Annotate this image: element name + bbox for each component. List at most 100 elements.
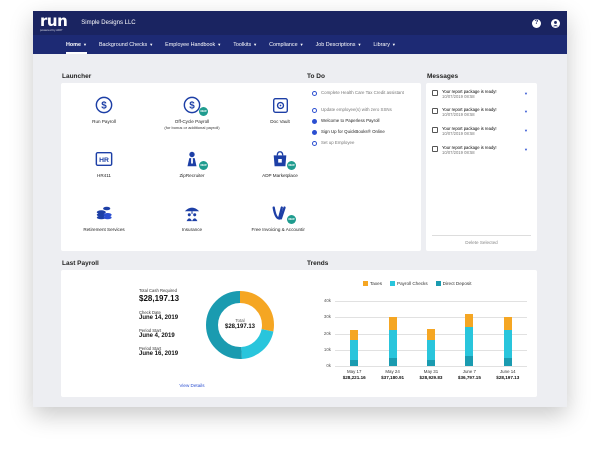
todo-title: To Do bbox=[307, 73, 325, 80]
bar-segment-direct-deposit[interactable] bbox=[427, 359, 435, 366]
check-date-value: June 14, 2019 bbox=[139, 315, 179, 321]
bar-segment-payroll-checks[interactable] bbox=[465, 327, 474, 357]
gridline bbox=[335, 317, 527, 318]
gridline bbox=[335, 301, 527, 302]
new-badge: NEW bbox=[287, 215, 296, 224]
todo-status-icon bbox=[312, 90, 317, 96]
marketplace-icon: NEW bbox=[270, 149, 296, 170]
bar-segment-payroll-checks[interactable] bbox=[388, 330, 397, 358]
chevron-down-icon: ▼ bbox=[357, 42, 362, 47]
company-name: Simple Designs LLC bbox=[81, 20, 136, 26]
dollar-icon: $ bbox=[94, 95, 114, 115]
x-tick-label: May 31 bbox=[423, 369, 439, 374]
todo-status-icon bbox=[312, 118, 317, 124]
message-checkbox[interactable] bbox=[432, 90, 438, 96]
period-total-label: $28,197.13 bbox=[496, 375, 520, 380]
chevron-down-icon[interactable]: ▼ bbox=[524, 91, 528, 96]
message-item[interactable]: Your report package is ready! 10/07/2019 … bbox=[432, 107, 528, 118]
todo-card: Complete Health Care Tax Credit assistan… bbox=[305, 83, 421, 251]
todo-item[interactable]: Complete Health Care Tax Credit assistan… bbox=[312, 90, 412, 96]
bar-segment-direct-deposit[interactable] bbox=[388, 357, 397, 366]
coins-icon bbox=[94, 203, 114, 223]
y-tick-label: 20k bbox=[323, 330, 331, 336]
todo-status-icon bbox=[312, 129, 317, 135]
nav-employee-handbook[interactable]: Employee Handbook ▼ bbox=[165, 35, 221, 54]
bar-segment-taxes[interactable] bbox=[503, 317, 512, 331]
app-window: run powered by ADP Simple Designs LLC ? … bbox=[33, 11, 567, 407]
launcher-hr411[interactable]: HR HR411 bbox=[61, 149, 147, 179]
launcher-ziprecruiter[interactable]: NEW ZipRecruiter bbox=[149, 149, 235, 179]
top-bar: run powered by ADP Simple Designs LLC ? bbox=[33, 11, 567, 35]
messages-title: Messages bbox=[427, 73, 459, 80]
period-total-label: $36,797.15 bbox=[457, 375, 481, 380]
messages-card: Your report package is ready! 10/07/2019 … bbox=[426, 83, 537, 251]
x-tick-label: May 24 bbox=[385, 369, 400, 374]
chevron-down-icon[interactable]: ▼ bbox=[524, 147, 528, 152]
last-payroll-title: Last Payroll bbox=[62, 260, 99, 267]
bar-segment-payroll-checks[interactable] bbox=[503, 330, 512, 358]
nav-compliance[interactable]: Compliance ▼ bbox=[269, 35, 303, 54]
divider bbox=[432, 235, 531, 236]
bar-segment-taxes[interactable] bbox=[465, 314, 474, 327]
todo-item[interactable]: Sign Up for QuickBooks® Online bbox=[312, 129, 412, 135]
logo-sub: powered by ADP bbox=[40, 28, 63, 32]
todo-item[interactable]: Update employee(s) with zero SSNs bbox=[312, 107, 412, 113]
chevron-down-icon: ▼ bbox=[82, 42, 87, 47]
new-badge: NEW bbox=[199, 161, 208, 170]
run-logo[interactable]: run powered by ADP bbox=[40, 12, 68, 32]
nav-background-checks[interactable]: Background Checks ▼ bbox=[99, 35, 153, 54]
svg-text:$: $ bbox=[189, 101, 195, 112]
bar-segment-direct-deposit[interactable] bbox=[465, 356, 474, 366]
dollar-icon: $ NEW bbox=[182, 95, 208, 116]
logo-word: run bbox=[40, 12, 68, 30]
insurance-icon bbox=[182, 203, 202, 223]
message-checkbox[interactable] bbox=[432, 146, 438, 152]
chevron-down-icon: ▼ bbox=[217, 42, 222, 47]
nav-library[interactable]: Library ▼ bbox=[373, 35, 395, 54]
trends-title: Trends bbox=[307, 260, 329, 267]
bar-segment-taxes[interactable] bbox=[350, 330, 359, 340]
message-item[interactable]: Your report package is ready! 10/07/2019 … bbox=[432, 126, 528, 137]
todo-status-icon bbox=[312, 107, 317, 113]
recruiter-icon: NEW bbox=[182, 149, 208, 170]
chevron-down-icon: ▼ bbox=[253, 42, 258, 47]
user-icon[interactable] bbox=[551, 18, 560, 28]
bar-segment-direct-deposit[interactable] bbox=[350, 359, 359, 366]
message-checkbox[interactable] bbox=[432, 108, 438, 114]
bar-segment-taxes[interactable] bbox=[388, 317, 397, 331]
launcher-off-cycle-payroll[interactable]: $ NEW Off-Cycle Payroll (for bonus or ad… bbox=[149, 95, 235, 130]
todo-item[interactable]: Welcome to Paperless Payroll bbox=[312, 118, 412, 124]
todo-item[interactable]: Set up Employee bbox=[312, 140, 412, 146]
trends-card: Taxes Payroll Checks Direct Deposit 40k 3… bbox=[305, 270, 537, 397]
bar-segment-payroll-checks[interactable] bbox=[427, 340, 435, 360]
chevron-down-icon[interactable]: ▼ bbox=[524, 109, 528, 114]
launcher-run-payroll[interactable]: $ Run Payroll bbox=[61, 95, 147, 125]
y-tick-label: 40k bbox=[323, 298, 331, 303]
last-payroll-card: Total Cash Required $28,197.13 Check Dat… bbox=[61, 270, 323, 397]
bar-segment-payroll-checks[interactable] bbox=[350, 340, 359, 360]
nav-job-descriptions[interactable]: Job Descriptions ▼ bbox=[316, 35, 362, 54]
todo-status-icon bbox=[312, 140, 317, 146]
delete-selected-button[interactable]: Delete Selected bbox=[426, 240, 537, 245]
nav-home[interactable]: Home ▼ bbox=[66, 35, 87, 54]
launcher-insurance[interactable]: Insurance bbox=[149, 203, 235, 233]
legend-direct-deposit: Direct Deposit bbox=[435, 281, 472, 286]
help-icon[interactable]: ? bbox=[532, 18, 541, 28]
bar-segment-direct-deposit[interactable] bbox=[503, 357, 512, 366]
main-nav: Home ▼ Background Checks ▼ Employee Handbo… bbox=[33, 35, 567, 54]
new-badge: NEW bbox=[287, 161, 296, 170]
chevron-down-icon: ▼ bbox=[391, 42, 396, 47]
message-item[interactable]: Your report package is ready! 10/07/2019 … bbox=[432, 145, 528, 156]
launcher-retirement-services[interactable]: Retirement Services bbox=[61, 203, 147, 233]
donut-center-value: $28,197.13 bbox=[224, 324, 256, 330]
message-checkbox[interactable] bbox=[432, 127, 438, 133]
chevron-down-icon: ▼ bbox=[149, 42, 154, 47]
chevron-down-icon[interactable]: ▼ bbox=[524, 128, 528, 133]
message-item[interactable]: Your report package is ready! 10/07/2019 … bbox=[432, 89, 528, 100]
view-details-link[interactable]: View Details bbox=[61, 383, 323, 388]
x-tick-label: May 17 bbox=[346, 369, 362, 374]
bar-segment-taxes[interactable] bbox=[427, 328, 435, 340]
y-tick-label: 0k bbox=[326, 363, 331, 368]
nav-toolkits[interactable]: Toolkits ▼ bbox=[233, 35, 257, 54]
period-start-value: June 4, 2019 bbox=[139, 333, 175, 339]
